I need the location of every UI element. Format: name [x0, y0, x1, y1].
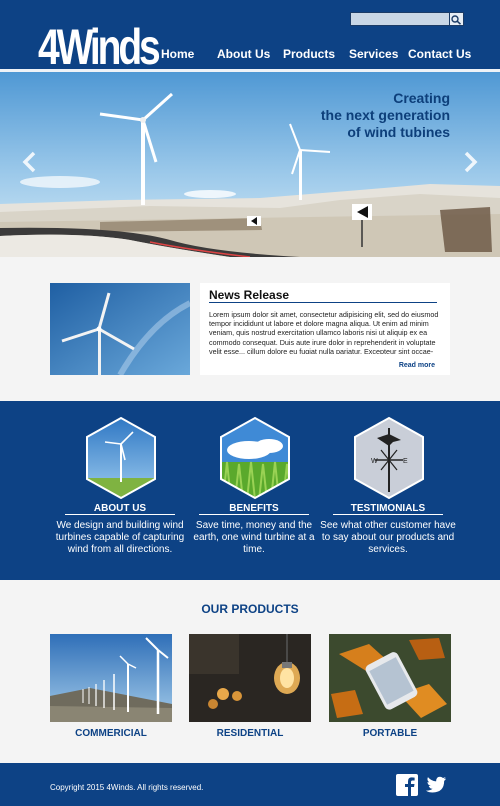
- nav-products[interactable]: Products: [283, 47, 335, 61]
- hero-headline-line: Creating: [393, 90, 450, 106]
- feature-text: Save time, money and the earth, one wind…: [193, 520, 315, 555]
- search-input[interactable]: [351, 13, 447, 25]
- product-label-residential[interactable]: RESIDENTIAL: [189, 728, 311, 739]
- search-icon: [451, 15, 462, 25]
- news-title: News Release: [209, 288, 290, 302]
- news-body: Lorem ipsum dolor sit amet, consectetur …: [209, 310, 439, 354]
- feature-about-us[interactable]: ABOUT US We design and building wind tur…: [50, 401, 190, 580]
- hero-headline-line: the next generation: [320, 107, 450, 123]
- hero-headline-line: of wind tubines: [347, 124, 450, 140]
- product-portable-image[interactable]: [329, 634, 451, 722]
- product-label-portable[interactable]: PORTABLE: [329, 728, 451, 739]
- testimonials-image: W E: [354, 416, 424, 500]
- svg-text:E: E: [403, 458, 408, 465]
- hero-slider: Creating the next generation of wind tub…: [0, 72, 500, 257]
- facebook-icon[interactable]: [396, 774, 418, 796]
- feature-benefits[interactable]: BENEFITS Save time, money and the earth,…: [184, 401, 324, 580]
- site-header: 4Winds Home About Us Products Services C…: [0, 0, 500, 72]
- nav-home[interactable]: Home: [161, 47, 194, 61]
- feature-divider: [199, 514, 309, 515]
- products-heading: OUR PRODUCTS: [201, 602, 299, 616]
- nav-services[interactable]: Services: [349, 47, 398, 61]
- feature-divider: [65, 514, 175, 515]
- feature-divider: [333, 514, 443, 515]
- site-footer: Copyright 2015 4Winds. All rights reserv…: [0, 763, 500, 806]
- product-label-commercial[interactable]: COMMERICIAL: [50, 728, 172, 739]
- chevron-left-icon[interactable]: [20, 150, 38, 174]
- about-us-image: [86, 416, 156, 500]
- feature-title: ABOUT US: [93, 503, 147, 514]
- benefits-image: [220, 416, 290, 500]
- twitter-icon[interactable]: [425, 776, 447, 795]
- features-band: ABOUT US We design and building wind tur…: [0, 401, 500, 580]
- feature-text: See what other customer have to say abou…: [320, 520, 456, 555]
- product-commercial-image[interactable]: [50, 634, 172, 722]
- feature-text: We design and building wind turbines cap…: [55, 520, 185, 555]
- product-residential-image[interactable]: [189, 634, 311, 722]
- read-more-link[interactable]: Read more: [399, 362, 435, 369]
- nav-contact-us[interactable]: Contact Us: [408, 47, 471, 61]
- news-image: [50, 283, 190, 375]
- nav-about-us[interactable]: About Us: [217, 47, 270, 61]
- chevron-right-icon[interactable]: [462, 150, 480, 174]
- search-box[interactable]: [350, 12, 464, 26]
- feature-testimonials[interactable]: W E TESTIMONIALS See what other customer…: [318, 401, 458, 580]
- svg-text:W: W: [371, 458, 378, 465]
- feature-title: TESTIMONIALS: [350, 503, 426, 514]
- hero-headline: Creating the next generation of wind tub…: [321, 90, 450, 141]
- site-logo[interactable]: 4Winds: [38, 22, 161, 72]
- news-release-card: News Release Lorem ipsum dolor sit amet,…: [200, 283, 450, 375]
- search-button[interactable]: [449, 13, 463, 25]
- copyright-text: Copyright 2015 4Winds. All rights reserv…: [50, 783, 204, 792]
- feature-title: BENEFITS: [229, 503, 279, 514]
- news-divider: [209, 302, 437, 303]
